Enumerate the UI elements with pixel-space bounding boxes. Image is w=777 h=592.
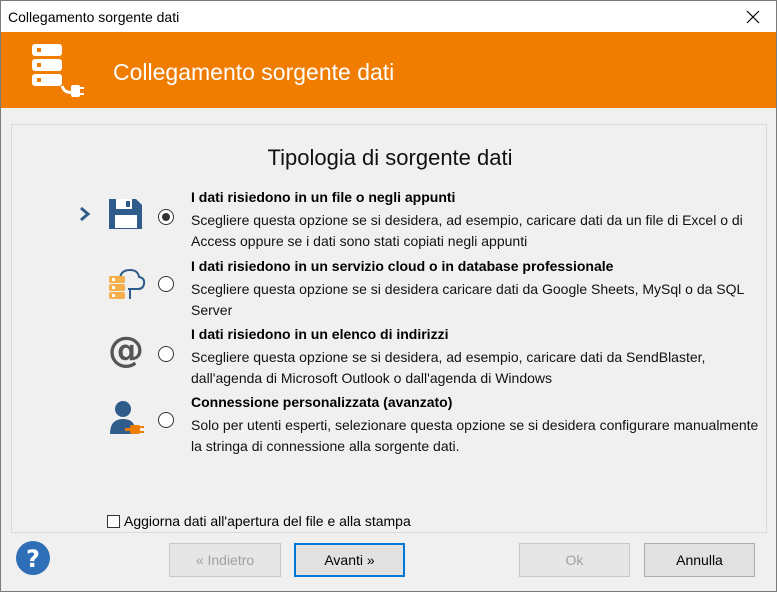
option-file-clipboard[interactable]: I dati risiedono in un file o negli appu… <box>12 189 768 253</box>
database-plug-icon <box>32 44 84 97</box>
ok-button[interactable]: Ok <box>519 543 630 577</box>
option-address-list[interactable]: @ I dati risiedono in un elenco di indir… <box>12 326 768 390</box>
source-type-panel: Tipologia di sorgente dati I dati risied… <box>11 124 767 533</box>
cloud-database-icon <box>109 268 146 299</box>
radio-cloud-database[interactable] <box>158 276 174 292</box>
option-custom-connection[interactable]: Connessione personalizzata (avanzato) So… <box>12 394 768 458</box>
svg-text:?: ? <box>26 545 40 573</box>
refresh-on-open-checkbox[interactable]: Aggiorna dati all'apertura del file e al… <box>107 512 411 530</box>
floppy-disk-icon <box>109 199 142 229</box>
help-icon[interactable]: ? <box>15 540 51 576</box>
option-cloud-database[interactable]: I dati risiedono in un servizio cloud o … <box>12 258 768 322</box>
at-sign-icon: @ <box>108 330 144 370</box>
option-description: Scegliere questa opzione se si desidera,… <box>191 212 743 249</box>
user-plug-icon <box>110 401 144 434</box>
option-title: I dati risiedono in un elenco di indiriz… <box>191 326 449 342</box>
checkbox-label: Aggiorna dati all'apertura del file e al… <box>124 513 411 529</box>
next-button[interactable]: Avanti » <box>294 543 405 577</box>
option-description: Solo per utenti esperti, selezionare que… <box>191 417 759 454</box>
dialog-window: Collegamento sorgente dati Collegamento … <box>0 0 777 592</box>
option-description: Scegliere questa opzione se si desidera,… <box>191 349 706 386</box>
window-title: Collegamento sorgente dati <box>8 9 180 25</box>
header-banner: Collegamento sorgente dati <box>1 32 776 108</box>
svg-text:@: @ <box>108 330 144 370</box>
section-heading: Tipologia di sorgente dati <box>267 145 513 170</box>
chevron-right-icon <box>80 206 91 222</box>
banner-title: Collegamento sorgente dati <box>113 59 395 85</box>
title-bar: Collegamento sorgente dati <box>1 1 776 32</box>
option-title: I dati risiedono in un servizio cloud o … <box>191 258 614 274</box>
cancel-button[interactable]: Annulla <box>644 543 755 577</box>
checkbox-box[interactable] <box>107 514 120 528</box>
radio-custom-connection[interactable] <box>158 412 174 428</box>
option-description: Scegliere questa opzione se si desidera … <box>191 281 744 318</box>
back-button[interactable]: « Indietro <box>169 543 281 577</box>
close-icon <box>746 10 760 23</box>
close-button[interactable] <box>730 1 776 32</box>
option-title: Connessione personalizzata (avanzato) <box>191 394 453 410</box>
radio-file-clipboard[interactable] <box>158 209 174 225</box>
radio-address-list[interactable] <box>158 346 174 362</box>
option-title: I dati risiedono in un file o negli appu… <box>191 189 456 205</box>
